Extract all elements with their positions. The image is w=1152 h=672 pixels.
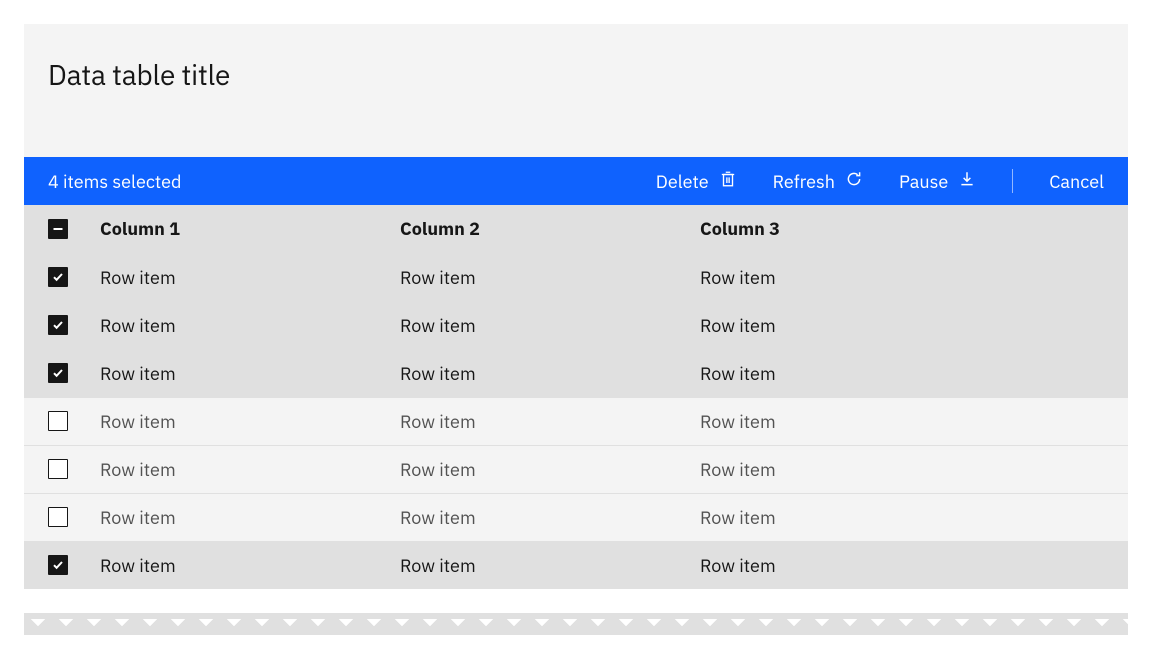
cell: Row item — [100, 349, 400, 397]
cell: Row item — [400, 349, 700, 397]
table-row: Row itemRow itemRow item — [24, 541, 1128, 589]
delete-label: Delete — [656, 170, 709, 193]
cell: Row item — [100, 397, 400, 445]
table-title-area: Data table title — [24, 24, 1128, 157]
row-checkbox[interactable] — [48, 459, 68, 479]
trash-icon — [719, 170, 737, 193]
row-checkbox[interactable] — [48, 507, 68, 527]
refresh-button[interactable]: Refresh — [773, 170, 863, 193]
row-checkbox[interactable] — [48, 267, 68, 287]
table-row: Row itemRow itemRow item — [24, 397, 1128, 445]
select-all-checkbox[interactable] — [48, 219, 68, 239]
data-table: Column 1 Column 2 Column 3 Row itemRow i… — [24, 205, 1128, 589]
batch-selection-count: 4 items selected — [48, 170, 656, 193]
cell: Row item — [700, 349, 1128, 397]
row-checkbox[interactable] — [48, 315, 68, 335]
column-header-3[interactable]: Column 3 — [700, 205, 1128, 253]
batch-action-bar: 4 items selected Delete Refresh — [24, 157, 1128, 205]
download-icon — [958, 170, 976, 193]
table-header-row: Column 1 Column 2 Column 3 — [24, 205, 1128, 253]
table-row: Row itemRow itemRow item — [24, 253, 1128, 301]
table-row: Row itemRow itemRow item — [24, 493, 1128, 541]
data-table-panel: Data table title 4 items selected Delete… — [24, 24, 1128, 589]
cell: Row item — [100, 445, 400, 493]
refresh-icon — [845, 170, 863, 193]
cell: Row item — [100, 493, 400, 541]
column-header-1[interactable]: Column 1 — [100, 205, 400, 253]
pause-label: Pause — [899, 170, 948, 193]
row-checkbox[interactable] — [48, 363, 68, 383]
cell: Row item — [400, 301, 700, 349]
cell: Row item — [400, 541, 700, 589]
cell: Row item — [700, 541, 1128, 589]
batch-actions: Delete Refresh Pause — [656, 169, 1104, 193]
table-row: Row itemRow itemRow item — [24, 301, 1128, 349]
cell: Row item — [700, 397, 1128, 445]
cell: Row item — [700, 445, 1128, 493]
cell: Row item — [700, 301, 1128, 349]
cell: Row item — [400, 445, 700, 493]
cell: Row item — [700, 493, 1128, 541]
table-row: Row itemRow itemRow item — [24, 349, 1128, 397]
pause-button[interactable]: Pause — [899, 170, 976, 193]
cell: Row item — [100, 301, 400, 349]
cell: Row item — [700, 253, 1128, 301]
table-row: Row itemRow itemRow item — [24, 445, 1128, 493]
cell: Row item — [100, 541, 400, 589]
torn-edge-decoration — [24, 613, 1128, 635]
table-title: Data table title — [48, 56, 1104, 93]
cell: Row item — [400, 397, 700, 445]
cell: Row item — [400, 253, 700, 301]
delete-button[interactable]: Delete — [656, 170, 737, 193]
row-checkbox[interactable] — [48, 411, 68, 431]
refresh-label: Refresh — [773, 170, 835, 193]
cancel-button[interactable]: Cancel — [1049, 170, 1104, 193]
row-checkbox[interactable] — [48, 555, 68, 575]
cell: Row item — [100, 253, 400, 301]
cancel-label: Cancel — [1049, 170, 1104, 193]
batch-divider — [1012, 169, 1013, 193]
column-header-2[interactable]: Column 2 — [400, 205, 700, 253]
cell: Row item — [400, 493, 700, 541]
